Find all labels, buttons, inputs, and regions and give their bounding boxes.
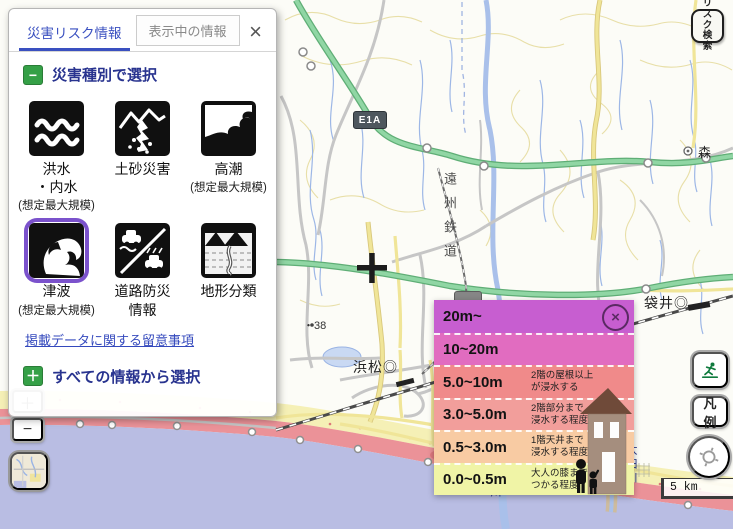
legend-toggle-button[interactable]: 凡例	[692, 396, 728, 427]
overview-map-button[interactable]	[10, 452, 48, 490]
legend-row: 5.0~10m 2階の屋根以上が浸水する	[434, 365, 634, 398]
type-flood[interactable]: 洪水 ・内水 (想定最大規模)	[14, 91, 100, 213]
location-compass-icon	[696, 442, 722, 472]
legend-note: 2階部分まで浸水する程度	[531, 403, 588, 427]
zoom-out-button[interactable]: −	[12, 418, 43, 441]
type-road-disaster[interactable]: 道路防災 情報	[100, 213, 186, 319]
evacuation-site-button[interactable]	[692, 352, 728, 388]
terrain-icon[interactable]	[200, 222, 257, 279]
type-tsunami[interactable]: 津波 (想定最大規模)	[14, 213, 100, 319]
tsunami-icon[interactable]	[28, 222, 85, 279]
type-label: 地形分類	[201, 283, 257, 299]
risk-search-label: リスク	[699, 0, 716, 31]
type-storm-surge[interactable]: 高潮 (想定最大規模)	[186, 91, 272, 213]
type-label-2: 情報	[129, 302, 157, 318]
section-title: すべての情報から選択	[52, 366, 200, 387]
risk-search-label: 検索	[699, 31, 716, 53]
storm-surge-icon[interactable]	[200, 100, 257, 157]
route-badge-e1a: E1A	[353, 111, 387, 129]
type-terrain[interactable]: 地形分類	[186, 213, 272, 319]
legend-note: 1階天井まで浸水する程度	[531, 435, 588, 459]
legend-depth-label: 0.5~3.0m	[443, 439, 531, 456]
legend-depth-label: 0.0~0.5m	[443, 471, 531, 488]
landslide-icon[interactable]	[114, 100, 171, 157]
type-sub: (想定最大規模)	[14, 302, 100, 318]
legend-depth-label: 20m~	[443, 308, 531, 325]
legend-note: 2階の屋根以上が浸水する	[531, 370, 593, 394]
tab-currently-shown-info[interactable]: 表示中の情報	[136, 15, 240, 46]
risk-search-button[interactable]: リスク 検索	[691, 9, 724, 43]
type-label: 土砂災害	[115, 161, 171, 177]
tab-disaster-risk-info[interactable]: 災害リスク情報	[19, 18, 130, 51]
legend-close-icon[interactable]: ×	[602, 304, 629, 331]
type-sub: (想定最大規模)	[14, 197, 100, 213]
current-location-button[interactable]	[688, 436, 730, 478]
type-landslide[interactable]: 土砂災害	[100, 91, 186, 213]
panel-tabbar: 災害リスク情報 表示中の情報 ×	[9, 9, 276, 52]
mini-map-icon	[12, 452, 46, 490]
tsunami-depth-legend: × 20m~ 10~20m 5.0~10m 2階の屋根以上が浸水する 3.0~5…	[434, 300, 634, 495]
legend-note: 大人の膝までつかる程度	[531, 468, 588, 492]
section-select-by-type[interactable]: − 災害種別で選択	[23, 64, 276, 85]
type-sub: (想定最大規模)	[186, 179, 272, 195]
scale-bar: 5 km	[661, 478, 733, 499]
section-select-all[interactable]: ＋ すべての情報から選択	[23, 366, 276, 387]
expand-icon[interactable]: ＋	[23, 366, 43, 386]
flood-icon[interactable]	[28, 100, 85, 157]
legend-row: 0.5~3.0m 1階天井まで浸水する程度	[434, 430, 634, 463]
type-label-2: ・内水	[36, 179, 78, 195]
type-label: 洪水	[43, 161, 71, 177]
data-notes-link[interactable]: 掲載データに関する留意事項	[25, 330, 194, 349]
panel-close-icon[interactable]: ×	[245, 21, 266, 51]
type-label: 津波	[43, 283, 71, 299]
type-label: 高潮	[215, 161, 243, 177]
legend-depth-label: 5.0~10m	[443, 374, 531, 391]
type-label: 道路防災	[115, 283, 171, 299]
evacuation-runner-icon	[700, 356, 720, 384]
legend-row: 10~20m	[434, 333, 634, 366]
disaster-risk-panel: 災害リスク情報 表示中の情報 × − 災害種別で選択 洪水 ・内水 (想定最大規…	[8, 8, 277, 417]
road-disaster-icon[interactable]	[114, 222, 171, 279]
legend-depth-label: 3.0~5.0m	[443, 406, 531, 423]
collapse-icon[interactable]: −	[23, 65, 43, 85]
legend-row: 3.0~5.0m 2階部分まで浸水する程度	[434, 398, 634, 431]
hazard-map-app: E1A 森 袋井◎ 浜松◎ ・38 太田川 天竜川 遠州鉄道 ＋ 災害リスク情報…	[0, 0, 733, 529]
disaster-type-grid: 洪水 ・内水 (想定最大規模) 土砂災害	[9, 91, 276, 320]
legend-depth-label: 10~20m	[443, 341, 531, 358]
section-title: 災害種別で選択	[52, 64, 157, 85]
legend-row: 0.0~0.5m 大人の膝までつかる程度	[434, 463, 634, 496]
